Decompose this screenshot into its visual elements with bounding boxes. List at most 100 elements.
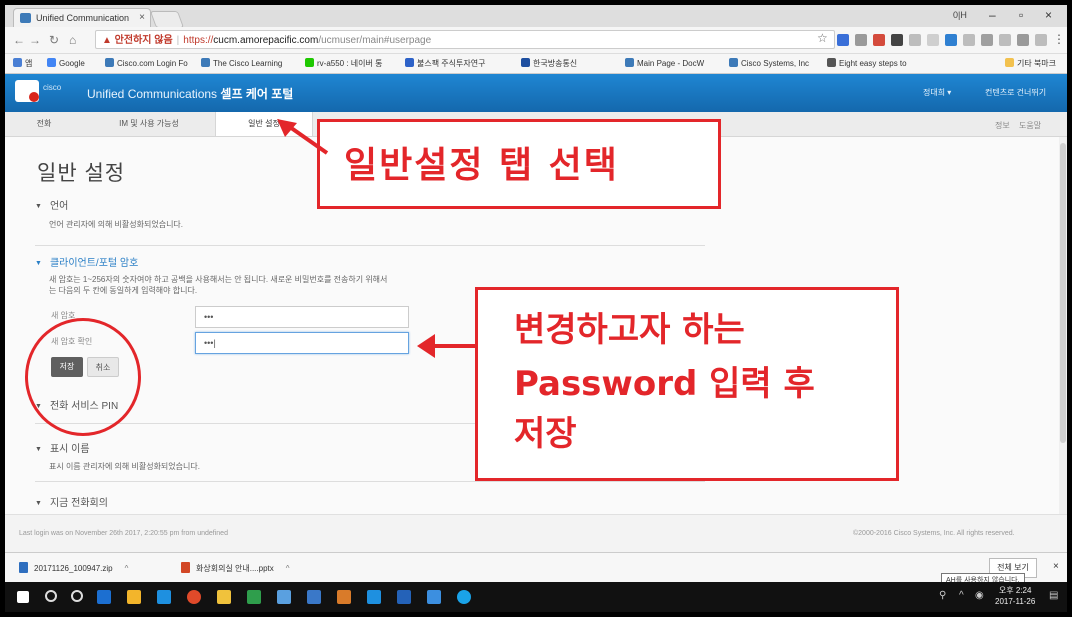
bookmark-eight-steps[interactable]: Eight easy steps to — [827, 58, 907, 68]
url-path: /ucmuser/main#userpage — [318, 35, 432, 46]
back-icon[interactable]: ← — [13, 33, 25, 47]
section-password-header[interactable]: ▼ 클라이언트/포털 암호 — [35, 254, 138, 269]
taskbar-app-icon[interactable] — [337, 590, 351, 604]
close-downloads-icon[interactable]: × — [1053, 561, 1059, 572]
extension-icon[interactable] — [999, 34, 1011, 46]
browser-user-label[interactable]: 0|H — [953, 10, 967, 20]
extension-icon[interactable] — [981, 34, 993, 46]
bookmark-stock[interactable]: 불스팩 주식투자연구 — [405, 58, 485, 69]
help-link[interactable]: 도움말 — [1019, 120, 1041, 131]
bookmark-docwiki[interactable]: Main Page - DocW — [625, 58, 704, 68]
people-icon[interactable]: ⚲ — [939, 590, 946, 601]
taskbar-app-icon[interactable] — [247, 590, 261, 604]
screenshot-frame: Unified Communication × 0|H – ▫ × ← → ↻ … — [5, 5, 1067, 612]
taskbar-app-icon[interactable] — [457, 590, 471, 604]
notifications-icon[interactable]: ▤ — [1049, 590, 1058, 601]
extension-icon[interactable] — [927, 34, 939, 46]
chevron-up-icon[interactable]: ^ — [125, 564, 129, 573]
caret-down-icon: ▼ — [35, 446, 42, 453]
taskbar-app-icon[interactable] — [97, 590, 111, 604]
maximize-icon[interactable]: ▫ — [1019, 8, 1023, 22]
extension-icon[interactable] — [891, 34, 903, 46]
taskbar-app-icon[interactable] — [307, 590, 321, 604]
user-menu[interactable]: 정대희 ▾ — [923, 87, 951, 98]
close-tab-icon[interactable]: × — [139, 9, 145, 27]
extension-icon[interactable] — [1035, 34, 1047, 46]
extension-shield-icon[interactable] — [837, 34, 849, 46]
scrollbar-thumb[interactable] — [1060, 143, 1066, 443]
bookmark-kcc[interactable]: 한국방송통신 — [521, 58, 577, 69]
browser-tab[interactable]: Unified Communication × — [13, 8, 151, 27]
page-icon — [827, 58, 836, 67]
extension-icon[interactable] — [909, 34, 921, 46]
skip-to-content-link[interactable]: 컨텐츠로 건너뛰기 — [985, 87, 1046, 98]
search-icon[interactable] — [45, 590, 57, 602]
page-footer: Last login was on November 26th 2017, 2:… — [5, 514, 1067, 553]
cortana-icon[interactable] — [71, 590, 83, 602]
caret-down-icon: ▼ — [35, 260, 42, 267]
last-login-text: Last login was on November 26th 2017, 2:… — [19, 530, 228, 537]
annotation-password-text-line-2: Password 입력 후 — [514, 364, 815, 404]
bookmark-cisco-systems[interactable]: Cisco Systems, Inc — [729, 58, 809, 68]
password-help-line-1: 새 암호는 1~256자의 숫자여야 하고 공백을 사용해서는 안 됩니다. 새… — [49, 275, 388, 284]
cisco-favicon-icon — [20, 13, 31, 23]
section-language-header[interactable]: ▼ 언어 — [35, 197, 68, 212]
minimize-icon[interactable]: – — [989, 8, 996, 22]
edge-icon[interactable] — [157, 590, 171, 604]
cisco-icon — [105, 58, 114, 67]
taskbar-app-icon[interactable] — [277, 590, 291, 604]
windows-start-icon[interactable] — [17, 591, 29, 603]
forward-icon[interactable]: → — [29, 33, 41, 47]
copyright-text: ©2000-2016 Cisco Systems, Inc. All right… — [853, 530, 1015, 537]
bookmark-apps[interactable]: 앱 — [13, 58, 32, 69]
new-tab-button[interactable] — [149, 11, 185, 28]
taskbar-app-icon[interactable] — [427, 590, 441, 604]
extension-icon[interactable] — [963, 34, 975, 46]
reload-icon[interactable]: ↻ — [49, 33, 59, 47]
about-link[interactable]: 정보 — [995, 120, 1010, 131]
extension-icon[interactable] — [855, 34, 867, 46]
window-close-icon[interactable]: × — [1045, 8, 1052, 22]
confirm-password-input[interactable]: •••| — [195, 332, 409, 354]
chrome-icon[interactable] — [187, 590, 201, 604]
mountain-icon — [521, 58, 530, 67]
apps-grid-icon — [13, 58, 22, 67]
google-icon — [47, 58, 56, 67]
caret-down-icon: ▼ — [35, 203, 42, 210]
extension-icon[interactable] — [945, 34, 957, 46]
cisco-icon — [729, 58, 738, 67]
annotation-password-callout: 변경하고자 하는 Password 입력 후 저장 — [475, 287, 899, 481]
browser-tab-title: Unified Communication — [36, 13, 130, 23]
tab-im-availability[interactable]: IM 및 사용 가능성 — [83, 112, 215, 136]
address-bar[interactable]: ▲ 안전하지 않음 | https://cucm.amorepacific.com/… — [95, 30, 835, 49]
page-scrollbar[interactable] — [1059, 137, 1067, 514]
download-item[interactable]: 화상회의실 안내....pptx ^ — [181, 562, 290, 574]
bookmark-other[interactable]: 기타 북마크 — [1005, 58, 1056, 69]
taskbar-clock[interactable]: 오후 2:24 2017-11-26 — [995, 585, 1035, 607]
file-explorer-icon[interactable] — [217, 590, 231, 604]
extension-icon[interactable] — [873, 34, 885, 46]
browser-menu-icon[interactable]: ⋮ — [1053, 32, 1065, 46]
new-password-input[interactable]: ••• — [195, 306, 409, 328]
bookmark-cisco-learning[interactable]: The Cisco Learning — [201, 58, 282, 68]
display-name-disabled-text: 표시 이름 관리자에 의해 비활성화되었습니다. — [49, 462, 200, 471]
home-icon[interactable]: ⌂ — [69, 33, 76, 47]
chevron-up-icon[interactable]: ^ — [286, 564, 290, 573]
section-display-name-header[interactable]: ▼ 표시 이름 — [35, 440, 90, 455]
ie-icon[interactable] — [367, 590, 381, 604]
downloads-bar: 20171126_100947.zip ^ 화상회의실 안내....pptx ^ 전… — [5, 552, 1067, 583]
section-conference-header[interactable]: ▼ 지금 전화회의 — [35, 494, 108, 509]
extension-icon[interactable] — [1017, 34, 1029, 46]
outlook-icon[interactable] — [397, 590, 411, 604]
download-item[interactable]: 20171126_100947.zip ^ — [19, 562, 128, 573]
tray-chevron-icon[interactable]: ^ — [959, 590, 964, 601]
bookmark-star-icon[interactable]: ☆ — [817, 31, 828, 45]
taskbar-app-icon[interactable] — [127, 590, 141, 604]
not-secure-warning[interactable]: ▲ 안전하지 않음 — [102, 35, 173, 46]
bookmark-google[interactable]: Google — [47, 58, 85, 68]
tab-phones[interactable]: 전화 — [5, 112, 83, 136]
bookmark-naver[interactable]: rv-a550 : 네이버 통 — [305, 58, 382, 69]
bookmark-cisco-login[interactable]: Cisco.com Login Fo — [105, 58, 188, 68]
d-icon — [405, 58, 414, 67]
network-icon[interactable]: ◉ — [975, 590, 984, 601]
